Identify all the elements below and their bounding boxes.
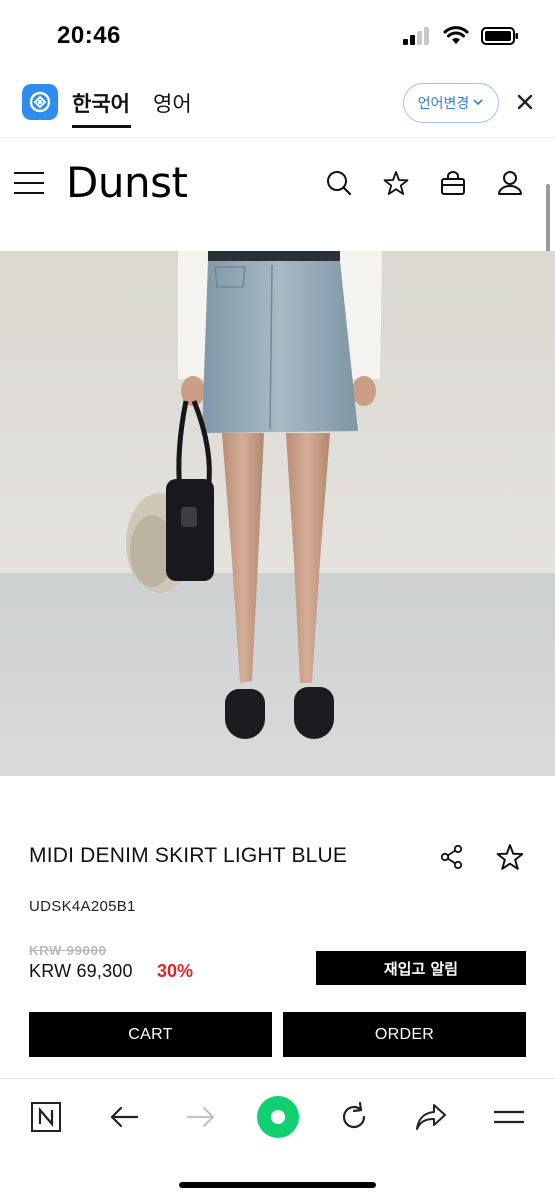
menu-icon[interactable] bbox=[489, 1097, 529, 1137]
share-icon[interactable] bbox=[439, 844, 465, 870]
discount-percent: 30% bbox=[157, 961, 194, 981]
order-button[interactable]: ORDER bbox=[283, 1012, 526, 1057]
back-arrow-icon[interactable] bbox=[104, 1097, 144, 1137]
cart-button[interactable]: CART bbox=[29, 1012, 272, 1057]
active-tab-indicator bbox=[72, 125, 131, 128]
product-code: UDSK4A205B1 bbox=[29, 898, 136, 915]
naver-n-icon[interactable] bbox=[26, 1097, 66, 1137]
close-icon[interactable] bbox=[514, 91, 536, 113]
language-change-button[interactable]: 언어변경 bbox=[403, 83, 499, 123]
sale-price: KRW 69,300 bbox=[29, 961, 133, 981]
site-header: Dunst bbox=[0, 138, 555, 232]
restock-alert-button[interactable]: 재입고 알림 bbox=[316, 951, 526, 985]
share-icon[interactable] bbox=[411, 1097, 451, 1137]
wifi-icon bbox=[443, 26, 469, 51]
reload-icon[interactable] bbox=[334, 1097, 374, 1137]
forward-arrow-icon bbox=[181, 1097, 221, 1137]
language-change-label: 언어변경 bbox=[417, 96, 470, 112]
brand-logo[interactable]: Dunst bbox=[66, 158, 188, 207]
star-icon[interactable] bbox=[383, 170, 409, 196]
status-bar: 20:46 bbox=[0, 0, 555, 72]
chevron-down-icon bbox=[472, 95, 484, 111]
status-time: 20:46 bbox=[57, 22, 121, 49]
battery-icon bbox=[481, 26, 519, 51]
wishlist-star-icon[interactable] bbox=[496, 843, 524, 871]
shopping-bag-icon[interactable] bbox=[440, 170, 466, 196]
menu-icon[interactable] bbox=[14, 168, 44, 198]
papago-translate-icon[interactable] bbox=[22, 84, 58, 120]
status-icons bbox=[403, 26, 519, 51]
tab-korean[interactable]: 한국어 bbox=[72, 88, 130, 118]
product-image[interactable] bbox=[0, 251, 555, 776]
original-price: KRW 99000 bbox=[29, 943, 107, 958]
cellular-signal-icon bbox=[403, 27, 431, 50]
home-indicator bbox=[179, 1182, 376, 1188]
tab-english[interactable]: 영어 bbox=[153, 88, 192, 118]
translate-bar: 한국어 영어 언어변경 bbox=[0, 72, 555, 138]
search-icon[interactable] bbox=[326, 170, 352, 196]
user-icon[interactable] bbox=[497, 170, 523, 196]
product-name: MIDI DENIM SKIRT LIGHT BLUE bbox=[29, 844, 348, 867]
green-dot-icon[interactable] bbox=[256, 1095, 300, 1139]
